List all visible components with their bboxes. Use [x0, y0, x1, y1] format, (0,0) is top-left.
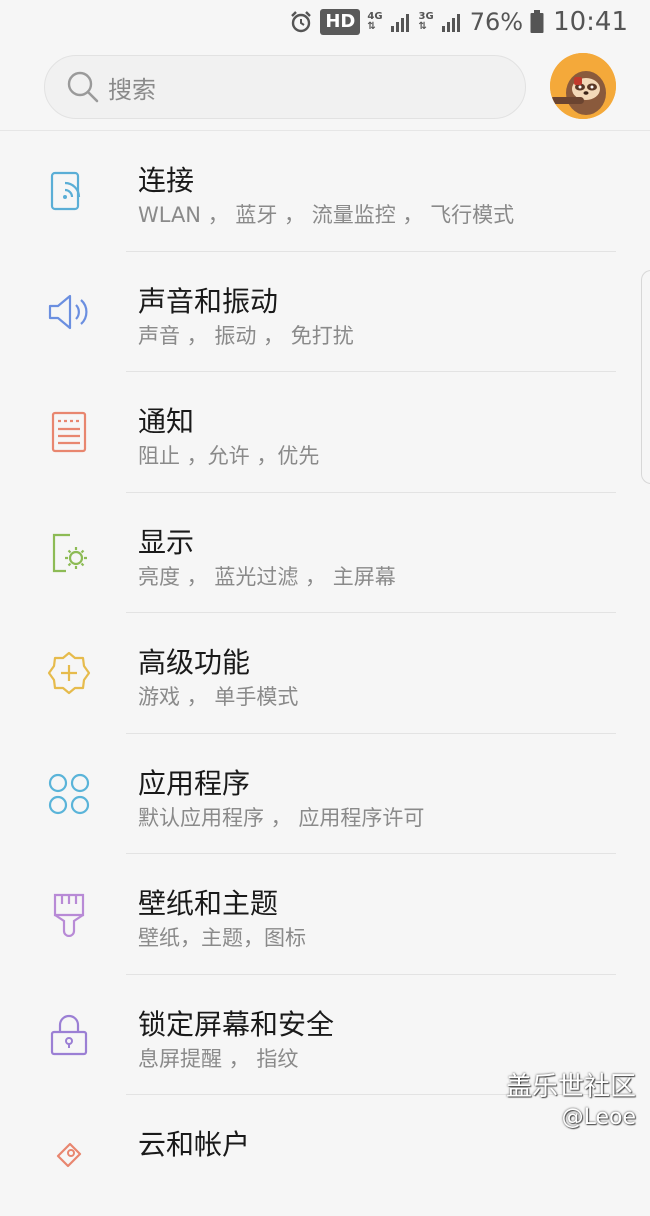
item-title: 高级功能	[138, 646, 251, 679]
net-4g: 4G ⇅	[367, 11, 383, 32]
speaker-icon	[48, 294, 88, 329]
scrollbar[interactable]	[641, 270, 650, 484]
item-subtitle: 阻止 ，允许 ，优先	[138, 444, 320, 468]
battery-percent: 76%	[469, 8, 524, 36]
item-subtitle: 壁纸，主题，图标	[138, 926, 306, 950]
item-title: 锁定屏幕和安全	[138, 1007, 335, 1041]
lock-icon	[50, 1014, 88, 1055]
settings-item-display[interactable]: 显示 亮度 ， 蓝光过滤 ， 主屏幕	[0, 493, 650, 613]
settings-item-advanced[interactable]: 高级功能 游戏 ， 单手模式	[0, 613, 650, 734]
item-title: 通知	[138, 405, 195, 438]
battery-icon	[530, 10, 544, 33]
display-icon	[52, 533, 87, 572]
settings-list: 连接 WLAN ， 蓝牙 ， 流量监控 ， 飞行模式 声音和振动 声音 ， 振动…	[0, 131, 650, 1216]
item-title: 云和帐户	[138, 1128, 251, 1161]
status-bar: HD 4G ⇅ 3G ⇅ 76% 10:41	[0, 0, 650, 44]
alarm-icon	[291, 11, 312, 33]
hd-badge: HD	[320, 9, 361, 35]
settings-item-apps[interactable]: 应用程序 默认应用程序 ， 应用程序许可	[0, 734, 650, 854]
sloth-avatar-icon	[550, 53, 616, 119]
item-title: 连接	[138, 164, 195, 197]
item-title: 应用程序	[138, 766, 251, 800]
item-subtitle: 息屏提醒 ， 指纹	[138, 1046, 299, 1071]
connection-icon	[50, 171, 81, 211]
notification-icon	[51, 411, 87, 453]
advanced-features-icon	[47, 651, 91, 695]
item-subtitle: 默认应用程序 ， 应用程序许可	[138, 805, 425, 830]
status-icons: HD 4G ⇅ 3G ⇅ 76% 10:41	[289, 6, 628, 38]
watermark: 盖乐世社区 @Leoe	[506, 1066, 636, 1130]
item-title: 壁纸和主题	[138, 887, 279, 920]
signal-icon	[390, 14, 409, 32]
avatar[interactable]	[550, 53, 616, 119]
search-icon	[67, 71, 99, 103]
item-subtitle: 游戏 ， 单手模式	[138, 685, 299, 709]
signal-icon-2	[441, 14, 460, 32]
search-input[interactable]: 搜索	[44, 55, 526, 119]
apps-icon	[48, 773, 90, 814]
cloud-account-icon	[56, 1142, 82, 1168]
paintbrush-icon	[53, 893, 85, 937]
clock: 10:41	[553, 7, 628, 37]
item-title: 声音和振动	[138, 284, 279, 318]
settings-item-wallpaper[interactable]: 壁纸和主题 壁纸，主题，图标	[0, 854, 650, 975]
item-subtitle: 亮度 ， 蓝光过滤 ， 主屏幕	[138, 564, 396, 589]
item-title: 显示	[138, 525, 195, 559]
settings-item-sound[interactable]: 声音和振动 声音 ， 振动 ， 免打扰	[0, 252, 650, 372]
watermark-user: @Leoe	[561, 1105, 636, 1130]
search-placeholder: 搜索	[108, 75, 156, 104]
net-3g: 3G ⇅	[418, 11, 434, 32]
settings-item-notifications[interactable]: 通知 阻止 ，允许 ，优先	[0, 372, 650, 493]
item-subtitle: 声音 ， 振动 ， 免打扰	[138, 323, 354, 348]
watermark-name: 盖乐世社区	[505, 1072, 636, 1102]
settings-item-connections[interactable]: 连接 WLAN ， 蓝牙 ， 流量监控 ， 飞行模式	[0, 131, 650, 252]
item-subtitle: WLAN ， 蓝牙 ， 流量监控 ， 飞行模式	[138, 203, 515, 227]
